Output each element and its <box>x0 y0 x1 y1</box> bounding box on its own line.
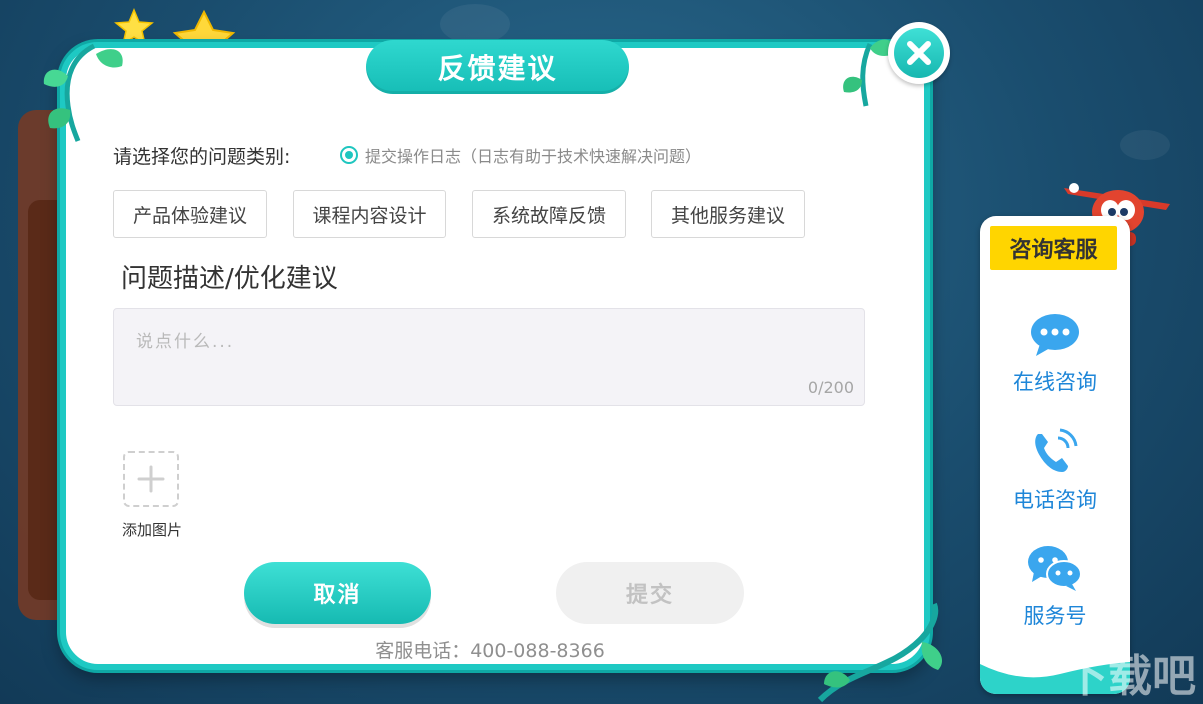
chat-bubble-icon <box>1031 314 1079 356</box>
service-account-label: 服务号 <box>1023 604 1087 628</box>
background-bubble <box>1120 130 1170 160</box>
phone-consult-label: 电话咨询 <box>1013 488 1097 512</box>
online-consult-button[interactable]: 在线咨询 <box>980 312 1130 396</box>
watermark-logo: 下载吧 <box>1064 651 1196 702</box>
dialog-title: 反馈建议 <box>366 40 629 94</box>
phone-consult-button[interactable]: 电话咨询 <box>980 428 1130 514</box>
category-label: 请选择您的问题类别: <box>113 146 291 168</box>
cancel-button[interactable]: 取消 <box>244 562 431 624</box>
hotline-text: 客服电话：400-088-8366 <box>375 640 605 662</box>
add-image-button[interactable] <box>123 451 179 507</box>
category-system-fault-button[interactable]: 系统故障反馈 <box>472 190 626 238</box>
submit-log-label: 提交操作日志（日志有助于技术快速解决问题） <box>365 147 702 166</box>
consultation-panel: 咨询客服 在线咨询 电话咨询 服务号 <box>980 216 1130 694</box>
vine-leaf-decoration-icon <box>817 602 943 703</box>
vine-leaf-decoration-icon <box>43 43 123 142</box>
character-counter: 0/200 <box>807 378 854 397</box>
service-account-button[interactable]: 服务号 <box>980 544 1130 630</box>
add-image-label: 添加图片 <box>121 521 182 539</box>
description-textarea[interactable] <box>114 309 864 405</box>
consultation-panel-title: 咨询客服 <box>990 226 1117 270</box>
submit-log-option[interactable]: 提交操作日志（日志有助于技术快速解决问题） <box>340 144 701 166</box>
online-consult-label: 在线咨询 <box>1013 370 1097 394</box>
wechat-icon <box>1028 546 1082 591</box>
description-box: 0/200 <box>113 308 865 406</box>
phone-icon <box>1035 428 1078 472</box>
radio-checked-icon[interactable] <box>340 146 358 164</box>
description-title: 问题描述/优化建议 <box>121 264 338 294</box>
close-icon <box>894 28 944 78</box>
background-bubble <box>440 4 510 44</box>
submit-button[interactable]: 提交 <box>556 562 744 624</box>
close-button[interactable] <box>888 22 950 84</box>
category-course-content-button[interactable]: 课程内容设计 <box>293 190 446 238</box>
plus-icon <box>137 465 165 493</box>
category-product-experience-button[interactable]: 产品体验建议 <box>113 190 267 238</box>
category-other-service-button[interactable]: 其他服务建议 <box>651 190 805 238</box>
